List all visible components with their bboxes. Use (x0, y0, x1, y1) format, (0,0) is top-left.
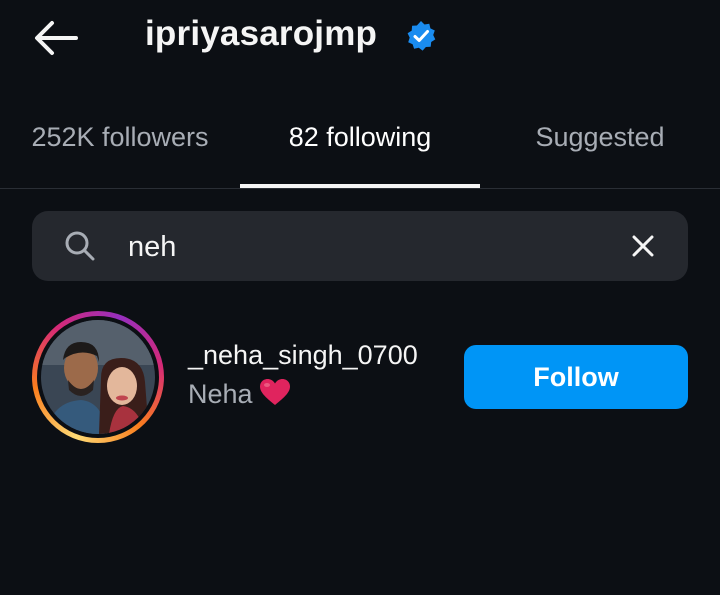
clear-search-button[interactable] (629, 232, 657, 260)
search-icon (65, 231, 95, 261)
follow-tabs: 252K followers 82 following Suggested (0, 100, 720, 189)
arrow-left-icon (35, 21, 78, 55)
verified-badge-icon (407, 21, 436, 51)
top-bar: ipriyasarojmp (0, 0, 720, 80)
result-full-name: Neha (188, 378, 291, 410)
search-bar (32, 211, 688, 281)
tab-suggested[interactable]: Suggested (480, 122, 720, 153)
tab-followers[interactable]: 252K followers (0, 122, 240, 153)
heart-icon (259, 379, 290, 405)
search-input[interactable] (126, 223, 610, 271)
list-item[interactable]: _neha_singh_0700 Neha Follow (0, 300, 720, 450)
tab-following[interactable]: 82 following (240, 122, 480, 153)
follow-button[interactable]: Follow (464, 345, 688, 409)
result-username[interactable]: _neha_singh_0700 (188, 340, 418, 371)
result-full-name-text: Neha (188, 379, 253, 409)
close-icon (632, 235, 654, 257)
profile-username: ipriyasarojmp (145, 14, 378, 53)
active-tab-indicator (240, 184, 480, 188)
avatar-story-ring[interactable] (32, 311, 164, 443)
avatar (41, 320, 155, 434)
back-button[interactable] (30, 18, 82, 58)
